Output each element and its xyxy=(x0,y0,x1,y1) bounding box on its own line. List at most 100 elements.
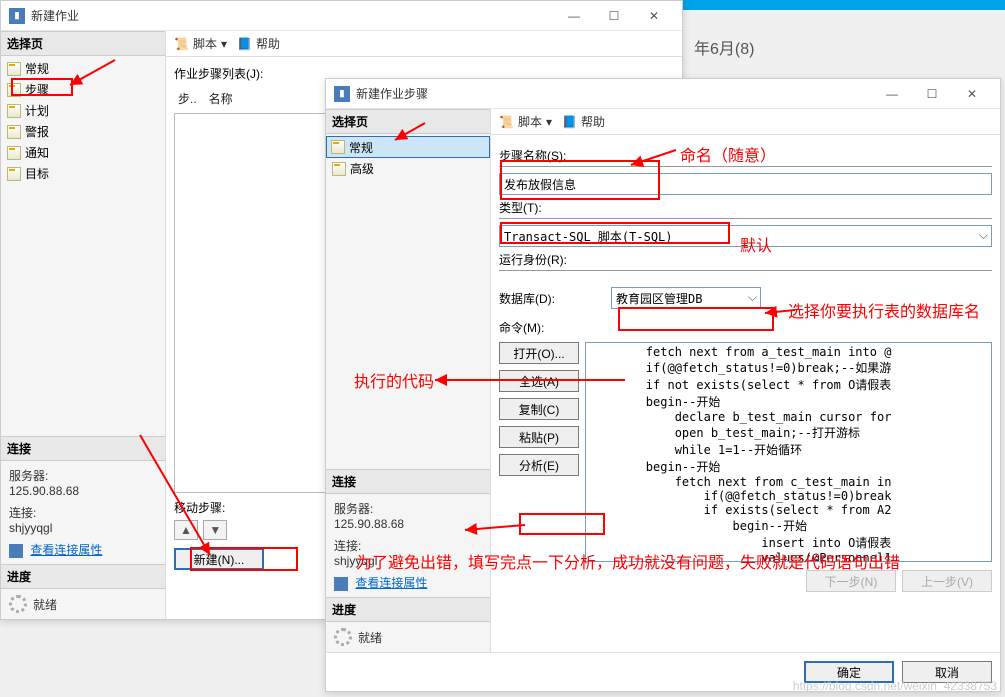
link-icon xyxy=(9,544,23,558)
nav-label: 步骤 xyxy=(25,81,49,98)
script-icon: 📜 xyxy=(499,115,514,129)
select-page-header: 选择页 xyxy=(1,31,165,56)
next-button[interactable]: 下一步(N) xyxy=(806,570,896,592)
command-label: 命令(M): xyxy=(499,319,599,336)
help-icon: 📘 xyxy=(562,115,577,129)
database-label: 数据库(D): xyxy=(499,290,599,307)
titlebar-new-job-step[interactable]: ▮ 新建作业步骤 — ☐ ✕ xyxy=(326,79,1000,109)
database-select[interactable] xyxy=(611,287,761,309)
type-select[interactable] xyxy=(499,225,992,247)
nav-advanced[interactable]: 高级 xyxy=(326,158,490,179)
close-button[interactable]: ✕ xyxy=(634,3,674,29)
help-button[interactable]: 📘 帮助 xyxy=(562,113,605,130)
close-button[interactable]: ✕ xyxy=(952,81,992,107)
connection-label: 连接: xyxy=(334,537,482,554)
move-down-button[interactable]: ▼ xyxy=(203,520,227,540)
server-label: 服务器: xyxy=(334,500,482,517)
spinner-icon xyxy=(334,628,352,646)
chevron-down-icon: ⌵ xyxy=(748,290,757,305)
spinner-icon xyxy=(9,595,27,613)
nav-label: 高级 xyxy=(350,160,374,177)
nav-label: 警报 xyxy=(25,123,49,140)
nav-label: 计划 xyxy=(25,102,49,119)
select-page-header: 选择页 xyxy=(326,109,490,134)
nav-schedules[interactable]: 计划 xyxy=(1,100,165,121)
page-icon xyxy=(7,167,21,181)
ok-button[interactable]: 确定 xyxy=(804,661,894,683)
chevron-down-icon: ▾ xyxy=(221,37,227,51)
type-label: 类型(T): xyxy=(499,199,992,219)
new-step-button[interactable]: 新建(N)... xyxy=(174,548,264,570)
view-connection-link[interactable]: 查看连接属性 xyxy=(355,576,427,590)
connection-header: 连接 xyxy=(326,469,490,494)
help-label: 帮助 xyxy=(581,113,605,130)
stepname-input[interactable] xyxy=(499,173,992,195)
connection-label: 连接: xyxy=(9,504,157,521)
progress-header: 进度 xyxy=(326,597,490,622)
toolbar: 📜 脚本 ▾ 📘 帮助 xyxy=(166,31,682,57)
ready-label: 就绪 xyxy=(358,629,382,646)
script-icon: 📜 xyxy=(174,37,189,51)
page-icon xyxy=(7,146,21,160)
window-title: 新建作业步骤 xyxy=(356,85,872,102)
sidebar: 选择页 常规 高级 连接 服务器: 125.90.88.68 连接: shjyy… xyxy=(326,109,491,652)
command-textarea[interactable]: fetch next from a_test_main into @ if(@@… xyxy=(585,342,992,562)
page-icon xyxy=(7,125,21,139)
nav-steps[interactable]: 步骤 xyxy=(1,79,165,100)
nav-label: 常规 xyxy=(25,60,49,77)
nav-label: 常规 xyxy=(349,139,373,156)
page-icon xyxy=(332,162,346,176)
page-icon xyxy=(331,140,345,154)
server-label: 服务器: xyxy=(9,467,157,484)
page-icon xyxy=(7,62,21,76)
col-step: 步.. xyxy=(178,90,197,107)
window-new-job-step: ▮ 新建作业步骤 — ☐ ✕ 选择页 常规 高级 连接 服务器: 125.90.… xyxy=(325,78,1001,692)
script-label: 脚本 xyxy=(193,35,217,52)
chevron-down-icon: ▾ xyxy=(546,115,552,129)
help-label: 帮助 xyxy=(256,35,280,52)
toolbar: 📜 脚本 ▾ 📘 帮助 xyxy=(491,109,1000,135)
link-icon xyxy=(334,577,348,591)
chevron-down-icon: ⌵ xyxy=(979,228,988,243)
bg-tab: 年6月(8) xyxy=(694,35,754,59)
script-dropdown[interactable]: 📜 脚本 ▾ xyxy=(499,113,552,130)
selectall-button[interactable]: 全选(A) xyxy=(499,370,579,392)
view-connection-link[interactable]: 查看连接属性 xyxy=(30,543,102,557)
connection-header: 连接 xyxy=(1,436,165,461)
nav-label: 通知 xyxy=(25,144,49,161)
nav-general[interactable]: 常规 xyxy=(326,136,490,158)
cancel-button[interactable]: 取消 xyxy=(902,661,992,683)
stepname-label: 步骤名称(S): xyxy=(499,147,992,167)
move-up-button[interactable]: ▲ xyxy=(174,520,198,540)
runas-label: 运行身份(R): xyxy=(499,251,992,271)
nav-general[interactable]: 常规 xyxy=(1,58,165,79)
minimize-button[interactable]: — xyxy=(872,81,912,107)
maximize-button[interactable]: ☐ xyxy=(594,3,634,29)
progress-header: 进度 xyxy=(1,564,165,589)
col-name: 名称 xyxy=(209,90,233,107)
help-icon: 📘 xyxy=(237,37,252,51)
minimize-button[interactable]: — xyxy=(554,3,594,29)
prev-button[interactable]: 上一步(V) xyxy=(902,570,992,592)
nav-targets[interactable]: 目标 xyxy=(1,163,165,184)
maximize-button[interactable]: ☐ xyxy=(912,81,952,107)
page-icon xyxy=(7,83,21,97)
open-button[interactable]: 打开(O)... xyxy=(499,342,579,364)
sidebar: 选择页 常规 步骤 计划 警报 通知 目标 连接 服务器: 125.90.88.… xyxy=(1,31,166,619)
nav-alerts[interactable]: 警报 xyxy=(1,121,165,142)
script-dropdown[interactable]: 📜 脚本 ▾ xyxy=(174,35,227,52)
window-title: 新建作业 xyxy=(31,7,554,24)
paste-button[interactable]: 粘贴(P) xyxy=(499,426,579,448)
ready-label: 就绪 xyxy=(33,596,57,613)
nav-notifications[interactable]: 通知 xyxy=(1,142,165,163)
server-value: 125.90.88.68 xyxy=(334,517,482,531)
parse-button[interactable]: 分析(E) xyxy=(499,454,579,476)
titlebar-new-job[interactable]: ▮ 新建作业 — ☐ ✕ xyxy=(1,1,682,31)
nav-label: 目标 xyxy=(25,165,49,182)
server-value: 125.90.88.68 xyxy=(9,484,157,498)
copy-button[interactable]: 复制(C) xyxy=(499,398,579,420)
script-label: 脚本 xyxy=(518,113,542,130)
connection-value: shjyyqgl xyxy=(334,554,482,568)
page-icon xyxy=(7,104,21,118)
help-button[interactable]: 📘 帮助 xyxy=(237,35,280,52)
